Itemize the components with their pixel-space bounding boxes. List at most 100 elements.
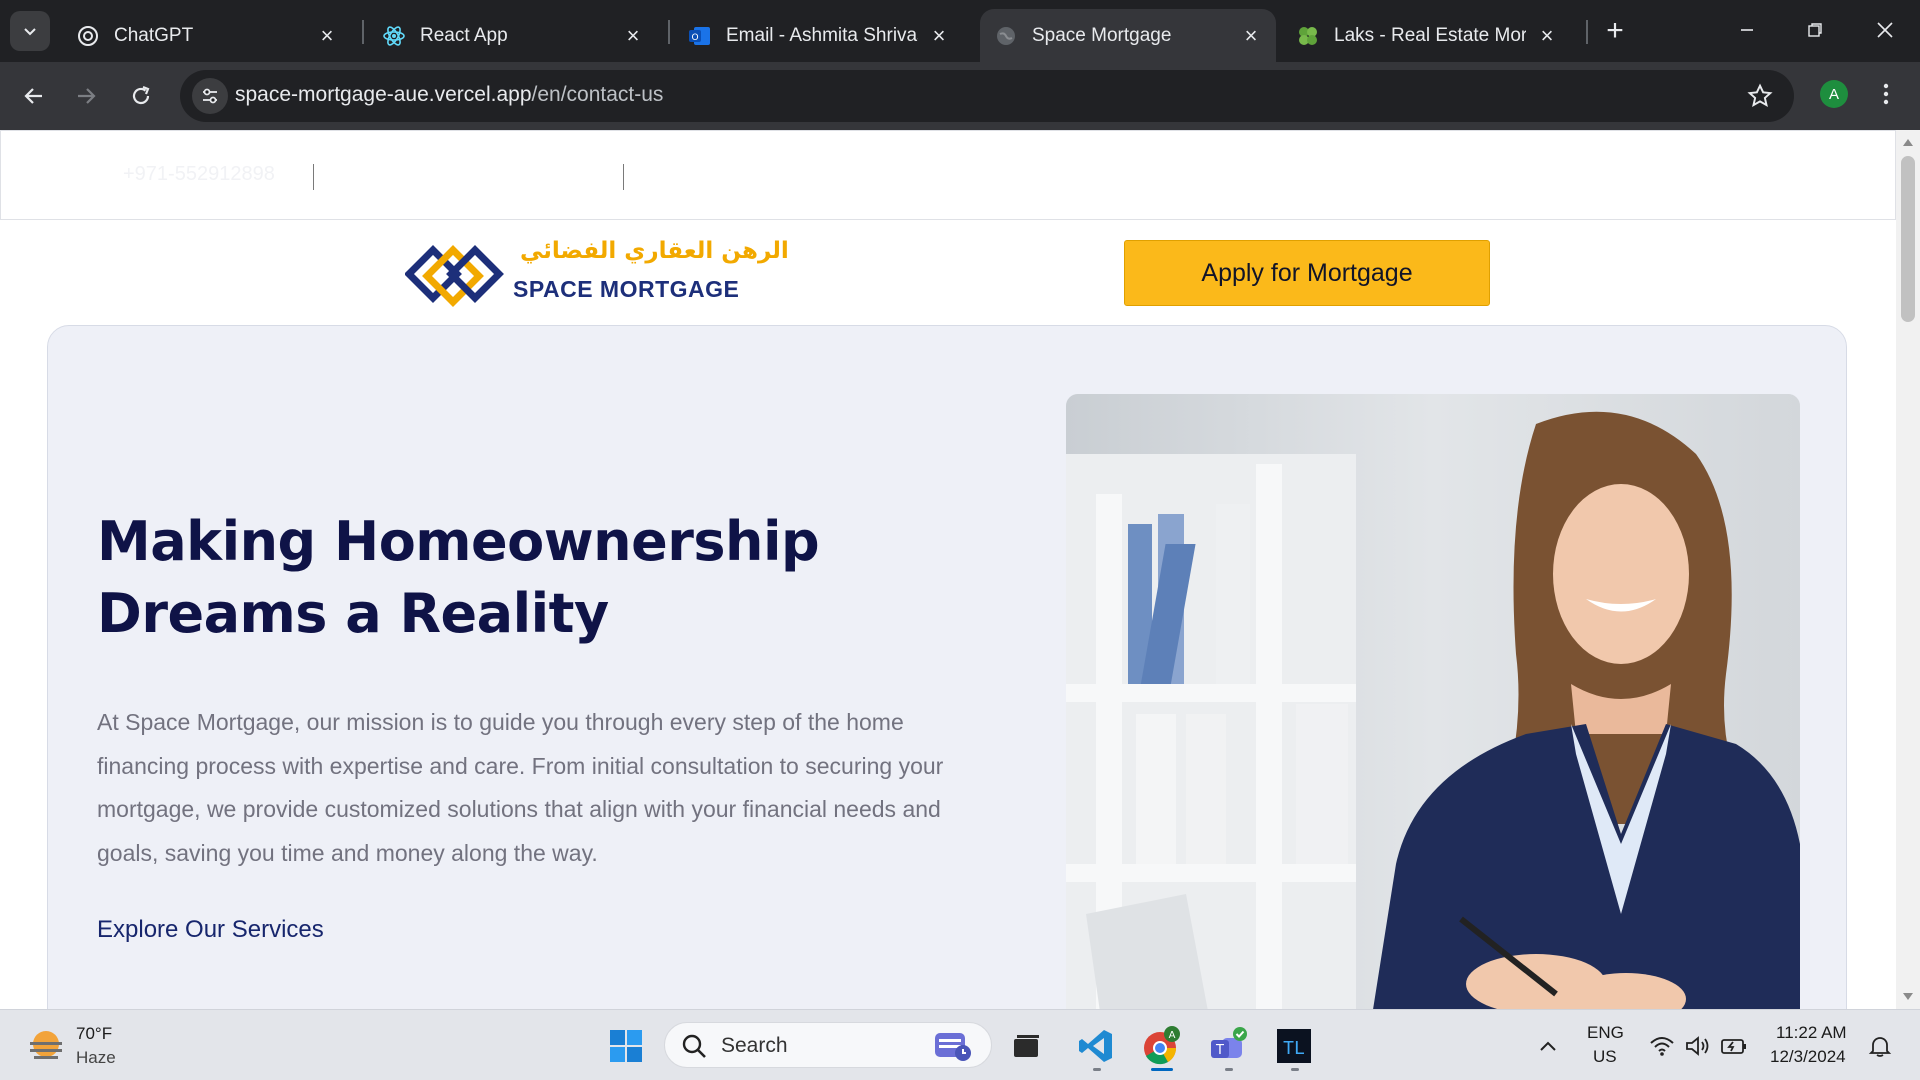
tab-divider [362,20,364,44]
taskbar-search-box[interactable]: Search [664,1022,992,1068]
site-header: الرهن العقاري الفضائي SPACE MORTGAGE [0,220,1896,320]
react-icon [382,24,406,48]
notification-bell-icon [1868,1037,1892,1057]
hero-section: Making Homeownership Dreams a Reality At… [47,325,1847,1009]
outlook-icon: O [688,24,712,48]
close-icon[interactable]: × [622,23,644,48]
close-window-button[interactable] [1858,8,1912,52]
scrollbar-thumb[interactable] [1901,156,1915,322]
logo-english-text: SPACE MORTGAGE [513,276,740,302]
running-indicator [1093,1068,1101,1071]
task-view-icon [1014,1035,1039,1057]
page-scrollbar[interactable] [1896,130,1920,1009]
browser-toolbar: space-mortgage-aue.vercel.app/en/contact… [0,62,1920,130]
terminal-app[interactable]: TL [1272,1024,1316,1068]
weather-temperature[interactable]: 70°F [76,1024,112,1044]
logo-mark-icon [405,245,504,307]
tab-space-mortgage[interactable]: Space Mortgage × [980,9,1276,62]
profile-avatar[interactable]: A [1820,80,1848,108]
notification-center-button[interactable] [1858,1024,1902,1068]
svg-text:T: T [1215,1043,1224,1058]
tab-search-button[interactable] [10,11,50,51]
new-tab-button[interactable]: + [1598,14,1632,48]
close-icon[interactable]: × [1536,23,1558,48]
clock-time[interactable]: 11:22 AM [1776,1023,1847,1043]
hero-description: At Space Mortgage, our mission is to gui… [97,709,944,866]
url-host: space-mortgage-aue.vercel.app [235,83,532,106]
restore-icon [1808,23,1822,37]
speaker-icon [1686,1036,1709,1056]
divider [623,164,624,190]
address-bar[interactable]: space-mortgage-aue.vercel.app/en/contact… [180,70,1794,122]
restore-button[interactable] [1788,8,1842,52]
bookmark-star-button[interactable] [1746,82,1774,110]
reload-button[interactable] [121,76,161,116]
browser-tab-bar: ChatGPT × React App × O Email - Ashmita … [0,0,1920,62]
haze-weather-icon[interactable] [26,1026,66,1066]
search-icon [682,1034,706,1058]
close-icon[interactable]: × [928,23,950,48]
scroll-up-arrow-icon[interactable] [1902,136,1914,148]
language-indicator[interactable]: ENG [1587,1023,1624,1043]
tab-email[interactable]: O Email - Ashmita Shrivas - × [674,9,964,62]
tab-title: Email - Ashmita Shrivas - [726,24,918,46]
windows-taskbar: 70°F Haze Search A T TL ENG US 11:22 AM … [0,1009,1920,1080]
vscode-app[interactable] [1074,1024,1118,1068]
back-button[interactable] [14,76,54,116]
tab-divider [1586,20,1588,44]
globe-icon [994,24,1018,48]
close-icon[interactable]: × [1240,23,1262,48]
minimize-button[interactable] [1720,8,1774,52]
terminal-app-icon: TL [1277,1029,1311,1063]
contact-top-bar: +971-552912898 [0,130,1896,220]
explore-services-link[interactable]: Explore Our Services [97,916,324,944]
tab-title: Space Mortgage [1032,24,1172,46]
active-app-indicator [1151,1068,1173,1071]
tab-react-app[interactable]: React App × [368,9,658,62]
show-hidden-icons-button[interactable] [1526,1024,1570,1068]
logo-arabic-text: الرهن العقاري الفضائي [520,238,789,264]
chevron-up-icon [1540,1041,1556,1051]
svg-text:TL: TL [1283,1038,1305,1059]
browser-menu-button[interactable] [1872,76,1900,112]
tab-chatgpt[interactable]: ChatGPT × [62,9,352,62]
clock-date[interactable]: 12/3/2024 [1770,1047,1846,1067]
businesswoman-photo [1066,394,1800,1009]
chrome-app[interactable]: A [1140,1024,1184,1068]
close-icon [1877,22,1893,38]
language-region[interactable]: US [1593,1047,1617,1067]
forward-button[interactable] [66,76,106,116]
close-icon[interactable]: × [316,23,338,48]
tab-title: Laks - Real Estate Mortga [1334,24,1526,46]
arrow-left-icon [24,88,42,104]
battery-status[interactable] [1712,1024,1756,1068]
start-button[interactable] [604,1024,648,1068]
svg-text:O: O [691,33,698,43]
site-info-button[interactable] [192,78,228,114]
arrow-right-icon [78,88,96,104]
tune-icon [203,88,217,104]
page-viewport: +971-552912898 الرهن العقاري الفضائي SPA… [0,130,1920,1009]
divider [313,164,314,190]
reload-icon [132,85,150,105]
battery-charging-icon [1721,1039,1746,1054]
phone-number[interactable]: +971-552912898 [123,163,275,186]
tab-laks-real-estate[interactable]: Laks - Real Estate Mortga × [1282,9,1572,62]
more-vert-icon [1883,83,1889,105]
url-text[interactable]: space-mortgage-aue.vercel.app/en/contact… [235,83,663,107]
apply-for-mortgage-button[interactable]: Apply for Mortgage [1124,240,1490,306]
teams-app[interactable]: T [1206,1024,1250,1068]
url-path: /en/contact-us [531,83,664,106]
calendar-highlight-icon [935,1033,971,1061]
chevron-down-icon [24,28,36,36]
scroll-down-arrow-icon[interactable] [1902,991,1914,1003]
chrome-icon: A [1144,1026,1180,1065]
task-view-button[interactable] [1004,1024,1048,1068]
minimize-icon [1741,29,1753,31]
vscode-icon [1079,1030,1112,1062]
windows-logo-icon [610,1030,642,1062]
hero-title: Making Homeownership Dreams a Reality [97,510,820,645]
space-mortgage-logo[interactable]: الرهن العقاري الفضائي SPACE MORTGAGE [405,238,789,312]
chrome-profile-badge: A [1169,1030,1176,1041]
weather-condition[interactable]: Haze [76,1048,116,1068]
